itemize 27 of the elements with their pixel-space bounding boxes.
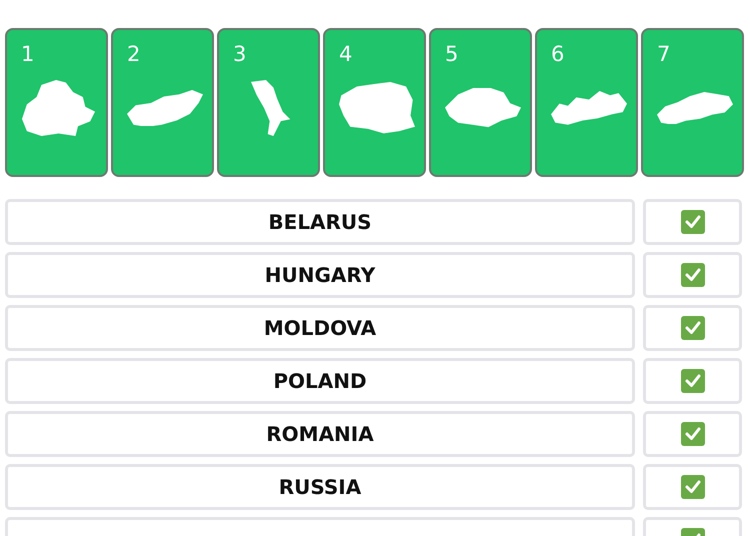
country-name: BELARUS [268, 210, 372, 234]
country-shape-icon [251, 80, 291, 136]
country-shape-icon [339, 82, 415, 134]
map-card[interactable]: 6 [535, 28, 638, 177]
map-card[interactable]: 2 [111, 28, 214, 177]
country-shape-icon [445, 88, 521, 128]
card-number: 7 [657, 42, 670, 66]
map-card[interactable]: 7 [641, 28, 744, 177]
country-shape-icon [22, 80, 96, 136]
map-card[interactable]: 4 [323, 28, 426, 177]
map-card[interactable]: 5 [429, 28, 532, 177]
country-name: MOLDOVA [264, 316, 376, 340]
card-number: 2 [127, 42, 140, 66]
card-number: 4 [339, 42, 352, 66]
country-name: ROMANIA [266, 422, 374, 446]
country-shape-icon [127, 90, 203, 126]
card-number: 5 [445, 42, 458, 66]
country-name: RUSSIA [278, 475, 362, 499]
country-shape-icon [551, 91, 627, 125]
map-card[interactable]: 3 [217, 28, 320, 177]
map-card[interactable]: 1 [5, 28, 108, 177]
country-name: HUNGARY [264, 263, 376, 287]
card-number: 1 [21, 42, 34, 66]
card-number: 3 [233, 42, 246, 66]
country-shape-icon [657, 92, 733, 124]
card-number: 6 [551, 42, 564, 66]
country-name: POLAND [273, 369, 367, 393]
